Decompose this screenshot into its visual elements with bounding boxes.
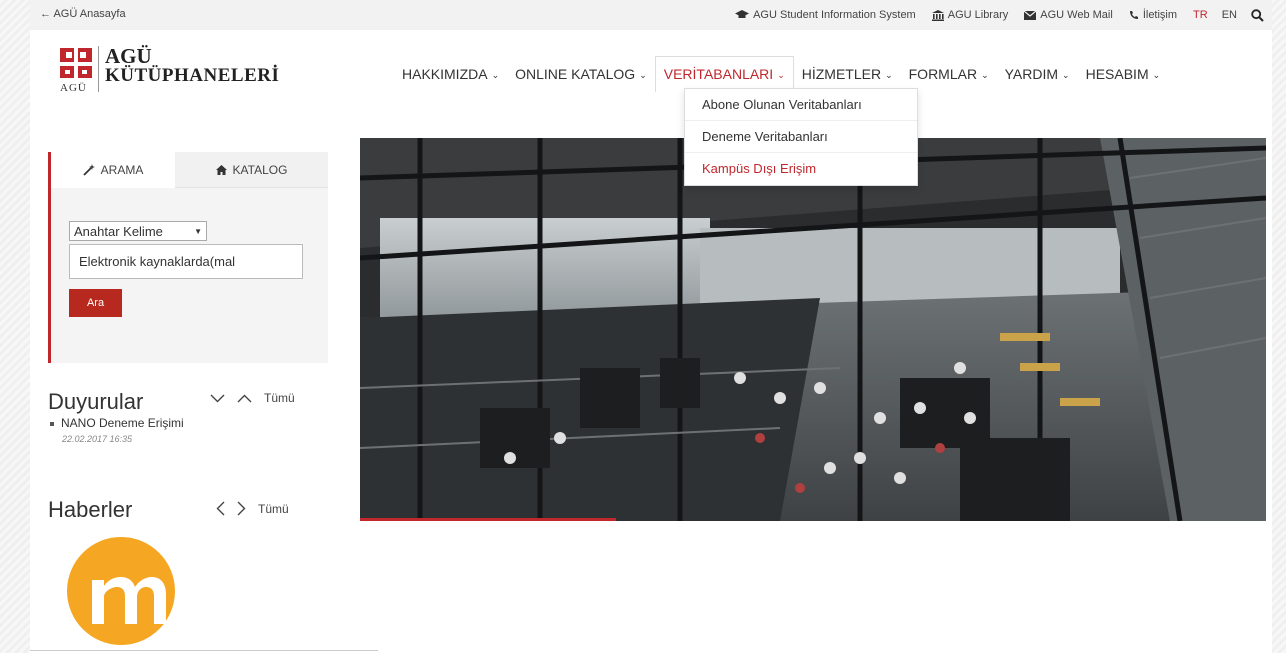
dropdown-item-deneme[interactable]: Deneme Veritabanları <box>685 121 917 153</box>
dropdown-item-kampus-disi[interactable]: Kampüs Dışı Erişim <box>685 153 917 185</box>
chevron-down-icon: ⌄ <box>981 70 989 80</box>
page: ← AGÜ Anasayfa AGU Student Information S… <box>30 0 1272 653</box>
home-link-label: AGÜ Anasayfa <box>53 8 126 20</box>
site-logo[interactable]: AGÜ AGÜ KÜTÜPHANELERİ <box>60 46 279 94</box>
logo-line-1: AGÜ <box>105 44 152 68</box>
hero-library-photo <box>360 138 1266 521</box>
nav-hakkimizda[interactable]: HAKKIMIZDA ⌄ <box>394 56 507 92</box>
nav-label: ONLINE KATALOG <box>515 66 636 82</box>
search-panel: ARAMA KATALOG Anahtar Kelime ▼ Ara <box>48 152 328 363</box>
search-tabs: ARAMA KATALOG <box>51 152 328 188</box>
lang-en-button[interactable]: EN <box>1222 9 1237 21</box>
home-link[interactable]: ← AGÜ Anasayfa <box>40 8 126 20</box>
main-nav: HAKKIMIZDA ⌄ ONLINE KATALOG ⌄ VERİTABANLAR… <box>394 56 1168 92</box>
logo-text: AGÜ KÜTÜPHANELERİ <box>105 46 279 86</box>
nav-label: FORMLAR <box>908 66 978 82</box>
announcement-item-label: NANO Deneme Erişimi <box>61 416 184 430</box>
dropdown-item-abone[interactable]: Abone Olunan Veritabanları <box>685 89 917 121</box>
envelope-icon <box>1024 10 1037 20</box>
magic-wand-icon <box>83 164 95 176</box>
divider <box>30 650 378 651</box>
lang-tr-button[interactable]: TR <box>1193 9 1208 21</box>
tab-arama[interactable]: ARAMA <box>51 152 175 188</box>
chevron-up-icon[interactable] <box>237 394 252 403</box>
announcements-controls: Tümü <box>210 391 295 405</box>
search-type-select[interactable]: Anahtar Kelime ▼ <box>69 221 207 241</box>
nav-label: YARDIM <box>1004 66 1059 82</box>
announcements-title: Duyurular <box>48 389 144 414</box>
library-label: AGU Library <box>947 9 1009 21</box>
nav-hizmetler[interactable]: HİZMETLER ⌄ <box>794 56 901 92</box>
student-system-link[interactable]: AGU Student Information System <box>735 9 916 21</box>
news-title: Haberler <box>48 497 133 522</box>
chevron-down-icon: ⌄ <box>885 70 893 80</box>
top-bar: ← AGÜ Anasayfa AGU Student Information S… <box>30 0 1272 30</box>
tab-katalog-label: KATALOG <box>232 162 288 177</box>
logo-line-2: KÜTÜPHANELERİ <box>105 65 280 86</box>
nav-label: HİZMETLER <box>801 66 882 82</box>
nav-formlar[interactable]: FORMLAR ⌄ <box>901 56 997 92</box>
search-icon[interactable] <box>1251 8 1264 22</box>
nav-hesabim[interactable]: HESABIM ⌄ <box>1078 56 1169 92</box>
search-input[interactable] <box>69 244 303 279</box>
nav-online-katalog[interactable]: ONLINE KATALOG ⌄ <box>507 56 655 92</box>
news-controls: Tümü <box>216 501 289 516</box>
graduation-cap-icon <box>735 10 750 18</box>
search-panel-body: Anahtar Kelime ▼ Ara <box>51 188 328 363</box>
nav-veritabanlari[interactable]: VERİTABANLARI ⌄ <box>654 56 794 92</box>
chevron-left-icon[interactable] <box>216 501 225 516</box>
page-background-left <box>0 0 30 653</box>
nav-label: HESABIM <box>1085 66 1149 82</box>
news-all-link[interactable]: Tümü <box>258 502 289 516</box>
logo-divider <box>98 46 99 92</box>
phone-icon <box>1129 11 1138 19</box>
library-link[interactable]: AGU Library <box>931 9 1009 21</box>
bullet-icon <box>50 421 54 426</box>
chevron-down-icon: ⌄ <box>1062 70 1070 80</box>
top-links: AGU Student Information System AGU Libra… <box>735 0 1272 30</box>
caret-down-icon: ▼ <box>194 226 202 236</box>
webmail-label: AGU Web Mail <box>1040 9 1113 21</box>
veritabanlari-dropdown: Abone Olunan Veritabanları Deneme Verita… <box>684 88 918 186</box>
announcement-date: 22.02.2017 16:35 <box>62 434 133 444</box>
tab-arama-label: ARAMA <box>100 163 144 177</box>
announcement-item[interactable]: NANO Deneme Erişimi <box>50 416 184 430</box>
chevron-down-icon: ⌄ <box>491 70 500 80</box>
webmail-link[interactable]: AGU Web Mail <box>1024 9 1113 21</box>
home-icon <box>215 164 227 175</box>
nav-label: VERİTABANLARI <box>663 66 774 82</box>
nav-yardim[interactable]: YARDIM ⌄ <box>997 56 1078 92</box>
page-background-right <box>1272 0 1286 653</box>
logo-sub-label: AGÜ <box>60 82 87 94</box>
search-type-value: Anahtar Kelime <box>74 223 163 239</box>
chevron-right-icon[interactable] <box>237 501 246 516</box>
chevron-down-icon[interactable] <box>210 394 225 403</box>
arrow-left-icon: ← <box>40 8 51 20</box>
contact-link[interactable]: İletişim <box>1129 9 1177 21</box>
chevron-down-icon: ⌄ <box>777 70 785 80</box>
student-system-label: AGU Student Information System <box>753 9 916 21</box>
agu-logo-icon: AGÜ <box>60 46 92 94</box>
tab-katalog[interactable]: KATALOG <box>175 152 328 188</box>
news-thumbnail-m-logo[interactable] <box>66 536 176 646</box>
contact-label: İletişim <box>1142 9 1178 21</box>
chevron-down-icon: ⌄ <box>1152 70 1161 80</box>
search-button[interactable]: Ara <box>69 289 122 317</box>
hero-progress-bar <box>360 518 616 521</box>
nav-label: HAKKIMIZDA <box>402 66 488 82</box>
library-icon <box>931 9 944 21</box>
chevron-down-icon: ⌄ <box>639 70 647 80</box>
announcements-all-link[interactable]: Tümü <box>264 391 295 405</box>
